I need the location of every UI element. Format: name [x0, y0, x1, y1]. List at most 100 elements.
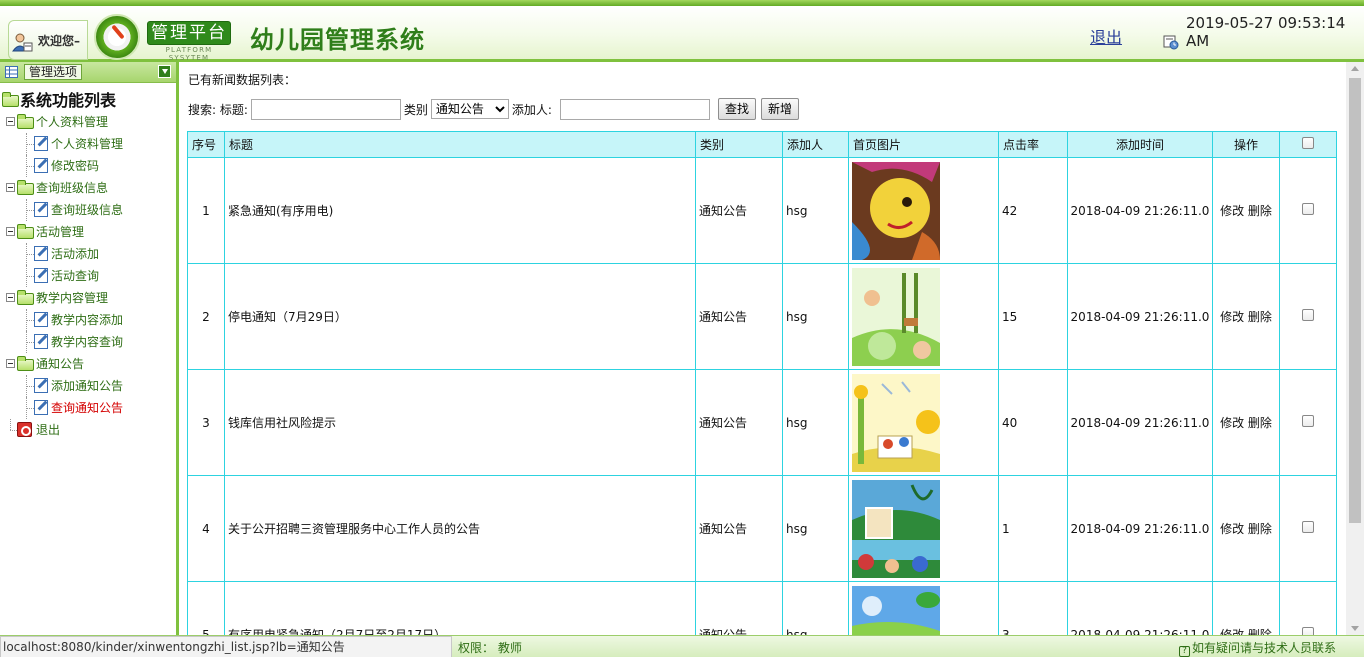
row-checkbox[interactable] — [1302, 415, 1314, 427]
edit-page-icon — [34, 268, 48, 283]
tree-item-notice-add[interactable]: 添加通知公告 — [0, 375, 176, 397]
logo-badge-sub: PLATFORM SYSYTEM — [165, 46, 213, 62]
scroll-up-icon[interactable] — [1351, 66, 1359, 71]
cell-select — [1279, 157, 1337, 264]
cell-image — [848, 263, 999, 370]
collapse-minus-icon[interactable] — [6, 117, 15, 126]
search-title-label: 搜索: 标题: — [188, 102, 248, 117]
find-button[interactable]: 查找 — [717, 98, 756, 120]
collapse-minus-icon[interactable] — [6, 359, 15, 368]
edit-page-icon — [34, 158, 48, 173]
adder-search-input[interactable] — [559, 98, 710, 120]
scrollbar-thumb[interactable] — [1349, 78, 1361, 523]
news-thumbnail[interactable] — [852, 373, 940, 472]
tree-item-label: 教学内容查询 — [51, 335, 124, 349]
header-top-stripe — [0, 0, 1364, 6]
cell-clicks: 40 — [998, 369, 1068, 476]
news-table: 序号 标题 类别 添加人 首页图片 点击率 添加时间 操作 1 紧急通知(有序用… — [187, 131, 1337, 635]
delete-link[interactable]: 删除 — [1248, 628, 1272, 635]
cell-select — [1279, 369, 1337, 476]
tree-item-profile-manage[interactable]: 个人资料管理 — [0, 133, 176, 155]
sidebar: 管理选项 系统功能列表 个人资料管理 个人资料管理 修改密码 查询班级信息 查询… — [0, 62, 179, 635]
tree-item-label: 教学内容添加 — [51, 313, 124, 327]
row-checkbox[interactable] — [1302, 203, 1314, 215]
management-options-button[interactable]: 管理选项 — [24, 64, 83, 80]
delete-link[interactable]: 删除 — [1248, 416, 1272, 430]
tree-item-activity-add[interactable]: 活动添加 — [0, 243, 176, 265]
footer-bar: localhost:8080/kinder/xinwentongzhi_list… — [0, 635, 1364, 657]
category-label: 类别 — [403, 102, 428, 117]
cell-title: 有序用电紧急通知（2月7日至2月17日） — [224, 581, 696, 635]
tree-item-activity-query[interactable]: 活动查询 — [0, 265, 176, 287]
table-row: 5 有序用电紧急通知（2月7日至2月17日） 通知公告 hsg 3 2018-0… — [187, 581, 1337, 636]
cell-select — [1279, 475, 1337, 582]
edit-link[interactable]: 修改 — [1220, 416, 1244, 430]
cell-adder: hsg — [782, 369, 849, 476]
table-row: 2 停电通知（7月29日） 通知公告 hsg 15 2018-04-09 21:… — [187, 263, 1337, 370]
folder-icon — [17, 356, 34, 371]
welcome-box: 欢迎您– — [8, 20, 88, 60]
title-search-input[interactable] — [250, 98, 401, 120]
tree-item-label: 查询班级信息 — [51, 203, 124, 217]
help-contact: ? 如有疑问请与技术人员联系 — [1178, 639, 1336, 657]
news-thumbnail[interactable] — [852, 267, 940, 366]
news-thumbnail[interactable] — [852, 479, 940, 578]
tree-group-activity[interactable]: 活动管理 — [0, 221, 176, 243]
cell-category: 通知公告 — [695, 157, 783, 264]
table-row: 4 关于公开招聘三资管理服务中心工作人员的公告 通知公告 hsg 1 2018-… — [187, 475, 1337, 582]
cell-no: 5 — [187, 581, 225, 635]
tree-item-class-query[interactable]: 查询班级信息 — [0, 199, 176, 221]
row-checkbox[interactable] — [1302, 627, 1314, 635]
collapse-minus-icon[interactable] — [6, 227, 15, 236]
folder-open-icon — [2, 92, 19, 107]
tree-group-class-info[interactable]: 查询班级信息 — [0, 177, 176, 199]
main-content: 已有新闻数据列表： 搜索: 标题: 类别 通知公告 添加人: 查找 新增 序号 … — [182, 62, 1346, 635]
row-checkbox[interactable] — [1302, 521, 1314, 533]
delete-link[interactable]: 删除 — [1248, 522, 1272, 536]
edit-link[interactable]: 修改 — [1220, 522, 1244, 536]
tree-root: 系统功能列表 — [0, 91, 176, 111]
scroll-down-icon[interactable] — [1351, 626, 1359, 631]
tree-item-change-password[interactable]: 修改密码 — [0, 155, 176, 177]
delete-link[interactable]: 删除 — [1248, 310, 1272, 324]
cell-adder: hsg — [782, 263, 849, 370]
news-thumbnail[interactable] — [852, 161, 940, 260]
collapse-minus-icon[interactable] — [6, 183, 15, 192]
category-select[interactable]: 通知公告 — [430, 99, 509, 119]
tree-group-notice[interactable]: 通知公告 — [0, 353, 176, 375]
function-tree: 系统功能列表 个人资料管理 个人资料管理 修改密码 查询班级信息 查询班级信息 — [0, 83, 176, 441]
tree-item-exit[interactable]: 退出 — [0, 419, 176, 441]
cell-select — [1279, 581, 1337, 635]
edit-link[interactable]: 修改 — [1220, 628, 1244, 635]
current-datetime: 2019-05-27 09:53:14 AM — [1186, 14, 1346, 50]
edit-page-icon — [34, 202, 48, 217]
tree-item-teaching-add[interactable]: 教学内容添加 — [0, 309, 176, 331]
cell-adder: hsg — [782, 157, 849, 264]
col-header-actions: 操作 — [1212, 131, 1280, 158]
vertical-scrollbar[interactable] — [1346, 62, 1364, 635]
col-header-no: 序号 — [187, 131, 225, 158]
collapse-minus-icon[interactable] — [6, 293, 15, 302]
select-all-checkbox[interactable] — [1302, 137, 1314, 149]
cell-clicks: 3 — [998, 581, 1068, 635]
welcome-text: 欢迎您– — [38, 34, 81, 48]
cell-no: 2 — [187, 263, 225, 370]
tree-group-teaching[interactable]: 教学内容管理 — [0, 287, 176, 309]
edit-link[interactable]: 修改 — [1220, 204, 1244, 218]
delete-link[interactable]: 删除 — [1248, 204, 1272, 218]
logo-emblem — [94, 14, 140, 60]
edit-link[interactable]: 修改 — [1220, 310, 1244, 324]
logout-link[interactable]: 退出 — [1090, 24, 1122, 48]
tree-item-teaching-query[interactable]: 教学内容查询 — [0, 331, 176, 353]
row-checkbox[interactable] — [1302, 309, 1314, 321]
col-header-category: 类别 — [695, 131, 783, 158]
tree-item-label: 添加通知公告 — [51, 379, 124, 393]
news-thumbnail[interactable] — [852, 585, 940, 636]
collapse-arrow-icon[interactable] — [158, 65, 171, 78]
edit-page-icon — [34, 400, 48, 415]
tree-item-notice-query[interactable]: 查询通知公告 — [0, 397, 176, 419]
cell-image — [848, 157, 999, 264]
tree-group-profile[interactable]: 个人资料管理 — [0, 111, 176, 133]
add-button[interactable]: 新增 — [760, 98, 799, 120]
cell-time: 2018-04-09 21:26:11.0 — [1067, 263, 1213, 370]
